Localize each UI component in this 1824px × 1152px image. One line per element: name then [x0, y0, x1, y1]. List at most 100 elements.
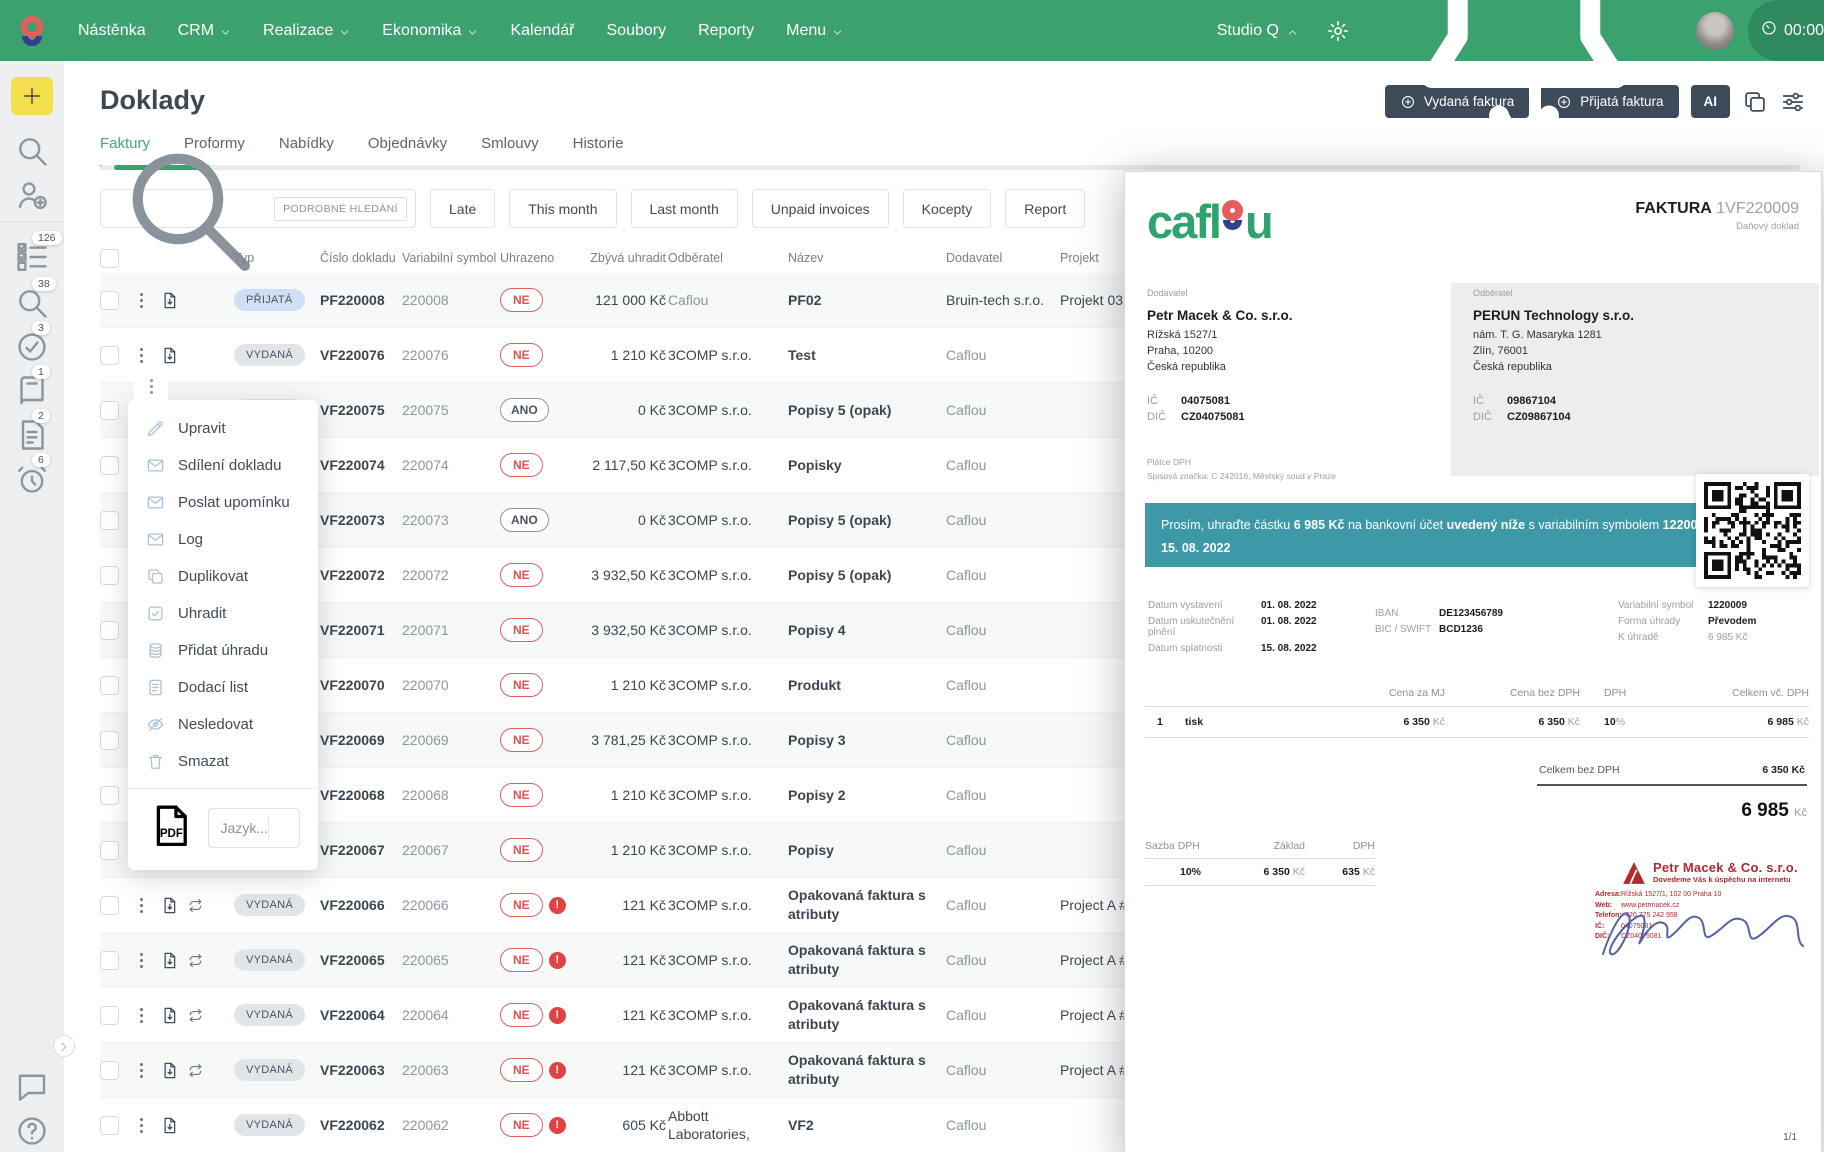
table-row[interactable]: VYDANÁVF220064220064NE!121 Kč3COMP s.r.o… — [100, 988, 1200, 1043]
row-menu-button[interactable] — [134, 898, 148, 913]
row-checkbox[interactable] — [100, 511, 119, 530]
row-icons-cell — [160, 1061, 234, 1080]
nav-item-realizace[interactable]: Realizace — [263, 22, 350, 40]
ai-button[interactable]: AI — [1691, 85, 1731, 118]
download-document-icon[interactable] — [160, 1116, 179, 1135]
menu-item-dodací-list[interactable]: Dodací list — [128, 669, 318, 706]
sidebar-search-button[interactable] — [14, 133, 50, 169]
approvals-count-badge: 3 — [32, 321, 50, 335]
row-checkbox[interactable] — [100, 1116, 119, 1135]
row-checkbox[interactable] — [100, 401, 119, 420]
help-button[interactable] — [14, 1113, 50, 1149]
sidebar-notes-button[interactable]: 2 — [14, 417, 50, 453]
row-checkbox[interactable] — [100, 291, 119, 310]
nav-item-menu[interactable]: Menu — [786, 22, 843, 40]
row-checkbox[interactable] — [100, 786, 119, 805]
download-document-icon[interactable] — [160, 896, 179, 915]
row-checkbox[interactable] — [100, 731, 119, 750]
download-document-icon[interactable] — [160, 346, 179, 365]
row-menu-button[interactable] — [134, 1118, 148, 1133]
filter-button-kocepty[interactable]: Kocepty — [903, 189, 992, 228]
search-count-badge: 38 — [32, 277, 56, 291]
user-avatar[interactable] — [1696, 12, 1734, 50]
sidebar-reminders-button[interactable]: 6 — [14, 461, 50, 497]
nav-item-soubory[interactable]: Soubory — [607, 22, 667, 40]
download-document-icon[interactable] — [160, 951, 179, 970]
row-checkbox[interactable] — [100, 841, 119, 860]
table-row[interactable]: VYDANÁVF220065220065NE!121 Kč3COMP s.r.o… — [100, 933, 1200, 988]
filter-button-late[interactable]: Late — [430, 189, 495, 228]
caflou-logo-icon[interactable] — [0, 0, 64, 61]
table-row[interactable]: VYDANÁVF220066220066NE!121 Kč3COMP s.r.o… — [100, 878, 1200, 933]
row-menu-button[interactable] — [134, 1008, 148, 1023]
nav-item-crm[interactable]: CRM — [178, 22, 231, 40]
row-checkbox[interactable] — [100, 676, 119, 695]
sidebar-tasks-button[interactable]: 126 — [14, 239, 50, 275]
row-checkbox[interactable] — [100, 896, 119, 915]
gear-icon[interactable] — [1326, 19, 1350, 43]
menu-item-duplikovat[interactable]: Duplikovat — [128, 558, 318, 595]
download-document-icon[interactable] — [160, 1006, 179, 1025]
table-row[interactable]: VYDANÁVF220062220062NE!605 KčAbbott Labo… — [100, 1098, 1200, 1152]
menu-item-přidat-úhradu[interactable]: Přidat úhradu — [128, 632, 318, 669]
main-nav: Nástěnka CRM Realizace Ekonomika Kalendář Sou… — [78, 22, 843, 40]
download-document-icon[interactable] — [160, 291, 179, 310]
row-checkbox[interactable] — [100, 1061, 119, 1080]
overdue-alert-icon: ! — [549, 952, 566, 969]
row-checkbox[interactable] — [100, 951, 119, 970]
filter-button-last-month[interactable]: Last month — [631, 189, 738, 228]
workspace-switcher[interactable]: Studio Q — [1217, 22, 1298, 40]
add-contact-button[interactable] — [14, 177, 50, 213]
menu-item-upravit[interactable]: Upravit — [128, 410, 318, 447]
remaining-amount-cell: 0 Kč — [586, 512, 668, 528]
duplicate-view-button[interactable] — [1742, 89, 1768, 115]
nav-item-kalendář[interactable]: Kalendář — [510, 22, 574, 40]
sidebar-expand-button[interactable] — [53, 1035, 75, 1057]
table-row[interactable]: VYDANÁVF220076220076NE1 210 Kč3COMP s.r.… — [100, 328, 1200, 383]
chat-button[interactable] — [14, 1069, 50, 1105]
row-menu-button[interactable] — [134, 1063, 148, 1078]
row-checkbox[interactable] — [100, 621, 119, 640]
sidebar-approvals-button[interactable]: 3 — [14, 329, 50, 365]
menu-item-poslat-upomínku[interactable]: Poslat upomínku — [128, 484, 318, 521]
table-row[interactable]: PŘIJATÁPF220008220008NE121 000 KčCaflouP… — [100, 273, 1200, 328]
notifications-button[interactable]: 2629 — [1374, 0, 1674, 183]
row-menu-button[interactable] — [134, 293, 148, 308]
tab-smlouvy[interactable]: Smlouvy — [481, 135, 539, 168]
filter-button-this-month[interactable]: This month — [509, 189, 616, 228]
nav-item-ekonomika[interactable]: Ekonomika — [382, 22, 478, 40]
menu-item-smazat[interactable]: Smazat — [128, 743, 318, 780]
row-checkbox[interactable] — [100, 456, 119, 475]
menu-item-label: Duplikovat — [178, 568, 248, 585]
row-checkbox[interactable] — [100, 1006, 119, 1025]
name-cell: Produkt — [788, 676, 946, 695]
filter-button-report[interactable]: Report — [1005, 189, 1085, 228]
menu-item-sdílení-dokladu[interactable]: Sdílení dokladu — [128, 447, 318, 484]
row-checkbox[interactable] — [100, 346, 119, 365]
tab-nabídky[interactable]: Nabídky — [279, 135, 334, 168]
tab-historie[interactable]: Historie — [573, 135, 624, 168]
language-select[interactable]: Jazyk... — [208, 808, 300, 848]
row-checkbox[interactable] — [100, 566, 119, 585]
table-row[interactable]: VYDANÁVF220063220063NE!121 Kč3COMP s.r.o… — [100, 1043, 1200, 1098]
row-menu-button[interactable] — [134, 348, 148, 363]
menu-item-log[interactable]: Log — [128, 521, 318, 558]
sidebar-journal-button[interactable]: 1 — [14, 373, 50, 409]
filter-button-unpaid-invoices[interactable]: Unpaid invoices — [752, 189, 889, 228]
select-all-checkbox[interactable] — [100, 249, 119, 268]
quick-add-button[interactable] — [11, 77, 53, 115]
variable-symbol-cell: 220070 — [402, 677, 500, 693]
nav-item-nástěnka[interactable]: Nástěnka — [78, 22, 146, 40]
time-tracker[interactable]: 00:00 — [1748, 0, 1824, 61]
supplier-cell: Caflou — [946, 951, 1060, 969]
view-settings-button[interactable] — [1780, 89, 1806, 115]
search-input[interactable] — [264, 201, 274, 217]
download-document-icon[interactable] — [160, 1061, 179, 1080]
menu-item-nesledovat[interactable]: Nesledovat — [128, 706, 318, 743]
sidebar-saved-search-button[interactable]: 38 — [14, 285, 50, 321]
menu-item-uhradit[interactable]: Uhradit — [128, 595, 318, 632]
tab-objednávky[interactable]: Objednávky — [368, 135, 447, 168]
row-menu-button[interactable] — [134, 953, 148, 968]
nav-item-reporty[interactable]: Reporty — [698, 22, 754, 40]
advanced-search-button[interactable]: PODROBNÉ HLEDÁNÍ — [274, 197, 407, 221]
